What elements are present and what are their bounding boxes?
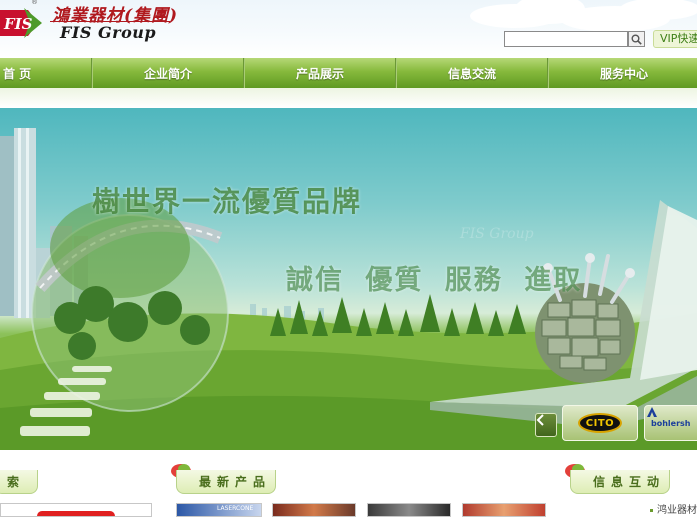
nav-item-service-center[interactable]: 服务中心 (549, 58, 697, 88)
bohler-logo-text: bohlersh (651, 418, 691, 428)
nav-item-company-profile[interactable]: 企业简介 (93, 58, 243, 88)
logo-registered-mark: ® (31, 0, 38, 6)
logo-icon[interactable]: FIS (0, 6, 44, 40)
product-image-red-part (37, 511, 115, 516)
section-title-new-products: 最新产品 (199, 475, 272, 489)
company-name-en: FIS Group (60, 23, 157, 42)
banner-slogan-secondary: 誠信 優質 服務 進取 (286, 265, 583, 296)
nav-shadow-strip (0, 88, 697, 108)
section-tab-new-products: 最新产品 (176, 470, 276, 494)
section-title-interaction: 信息互动 (593, 475, 666, 489)
banner-watermark: FIS Group (460, 226, 534, 242)
news-list-item[interactable]: 鸿业器材 (650, 501, 697, 516)
bohler-mark-icon (647, 407, 657, 417)
section-tab-search: 索 (0, 470, 38, 494)
product-thumbnail[interactable] (272, 503, 356, 517)
nav-item-information-exchange[interactable]: 信息交流 (397, 58, 547, 88)
news-item-title: 鸿业器材 (657, 505, 697, 516)
cito-logo-badge: CITO (578, 413, 622, 433)
logo-divider (50, 21, 170, 22)
nav-item-home[interactable]: 首 页 (0, 58, 91, 88)
section-tab-interaction: 信息互动 (570, 470, 670, 494)
bullet-icon (650, 508, 653, 512)
brand-carousel-prev-button[interactable] (535, 413, 557, 437)
search-button[interactable] (628, 31, 645, 47)
banner-slogan-primary: 樹世界一流優質品牌 (92, 185, 363, 218)
search-input[interactable] (504, 31, 628, 47)
product-thumbnail-label: LASERCONE (217, 505, 254, 512)
product-thumbnail[interactable] (0, 503, 152, 517)
product-thumbnail[interactable] (462, 503, 546, 517)
nav-item-products[interactable]: 产品展示 (245, 58, 395, 88)
search-icon (631, 34, 642, 45)
brand-logo-bohler[interactable]: bohlersh (644, 405, 697, 441)
bohler-logo-badge: bohlersh (645, 407, 697, 428)
product-thumbnail[interactable]: LASERCONE (176, 503, 262, 517)
brand-logo-cito[interactable]: CITO (562, 405, 638, 441)
chevron-left-icon (536, 414, 544, 426)
product-thumbnail[interactable] (367, 503, 451, 517)
section-title-search: 索 (6, 475, 25, 489)
vip-quick-link[interactable]: VIP快速 (653, 30, 697, 48)
svg-text:FIS: FIS (3, 15, 33, 33)
hero-banner[interactable]: 樹世界一流優質品牌 FIS Group 誠信 優質 服務 進取 CITO boh… (0, 108, 697, 450)
site-header: FIS ® 鴻業器材(集團) FIS Group VIP快速 (0, 0, 697, 58)
main-nav: 首 页 企业简介 产品展示 信息交流 服务中心 (0, 58, 697, 88)
